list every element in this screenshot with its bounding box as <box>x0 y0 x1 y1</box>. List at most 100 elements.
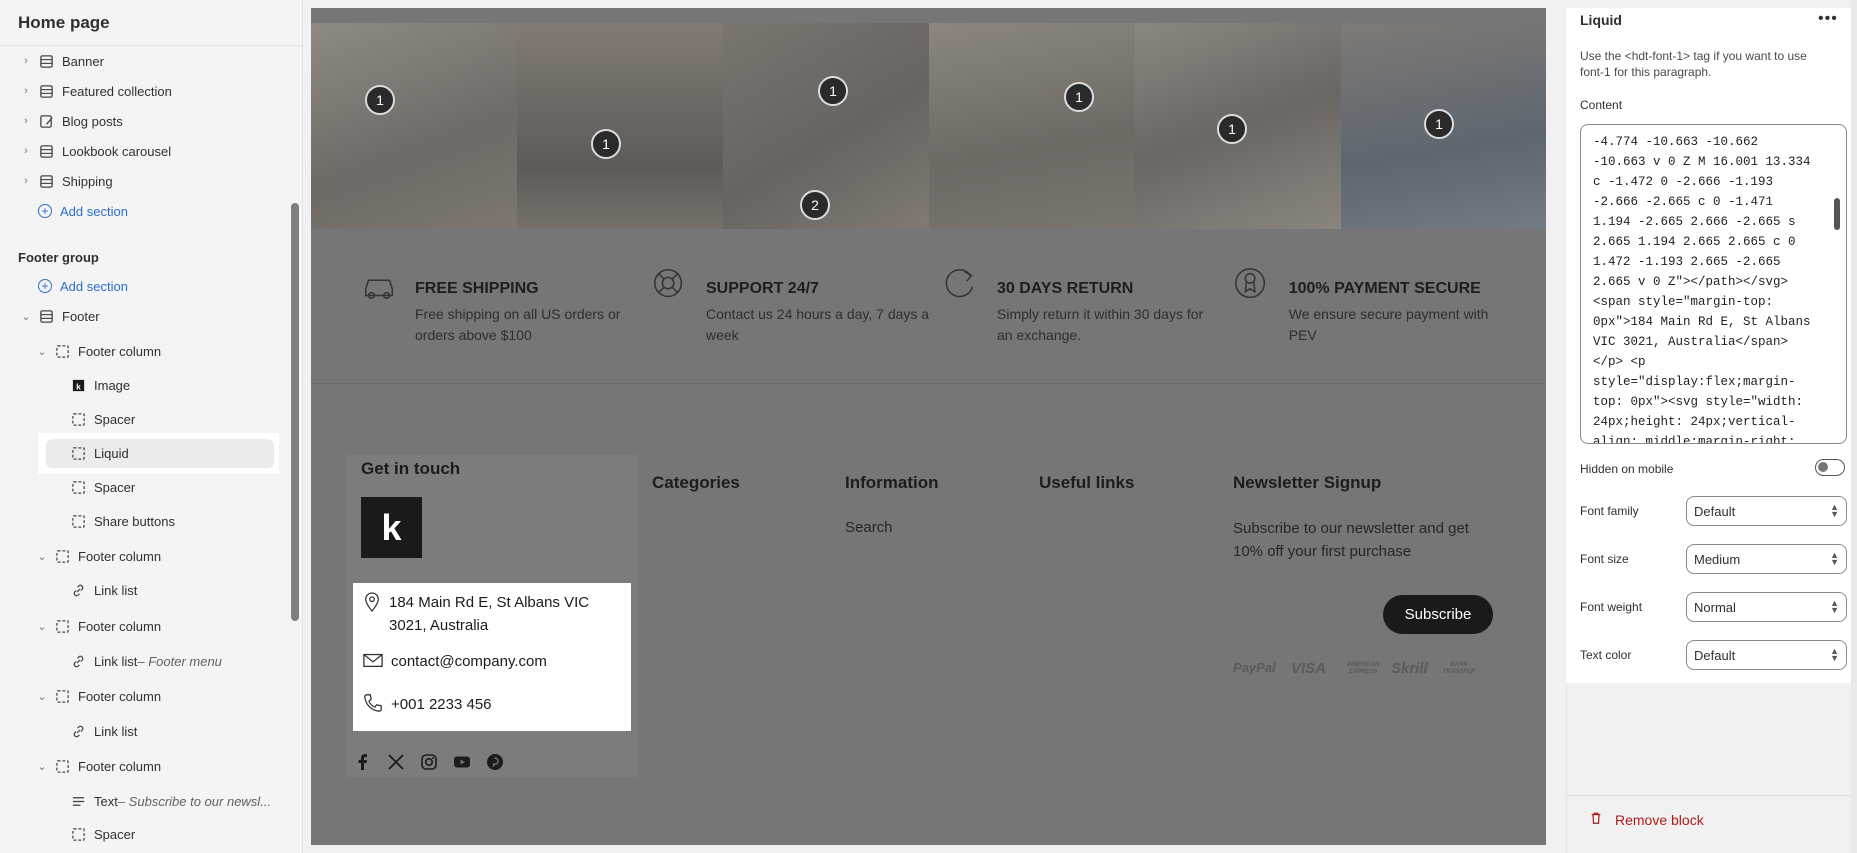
sidebar-item-liquid[interactable]: Liquid <box>66 438 129 468</box>
sidebar-item-link-list[interactable]: Link list <box>66 716 137 746</box>
chevron-down-icon[interactable]: ⌄ <box>34 345 50 358</box>
sidebar-item-image[interactable]: k Image <box>66 370 130 400</box>
map-pin-icon <box>363 591 381 637</box>
chevron-down-icon[interactable]: ⌄ <box>18 310 34 323</box>
remove-block-button[interactable]: Remove block <box>1589 811 1704 828</box>
section-icon <box>38 83 54 99</box>
window-edge <box>1851 0 1857 853</box>
hotspot-marker[interactable]: 1 <box>1217 114 1247 144</box>
chevron-right-icon[interactable]: › <box>18 85 34 97</box>
sidebar-item-lookbook-carousel[interactable]: › Lookbook carousel <box>18 136 171 166</box>
sidebar-item-link-list-footer-menu[interactable]: Link list – Footer menu <box>66 646 222 676</box>
sidebar-item-spacer[interactable]: Spacer <box>66 472 135 502</box>
chevron-right-icon[interactable]: › <box>18 145 34 157</box>
sidebar-item-label: Share buttons <box>94 513 175 529</box>
contact-phone: +001 2233 456 <box>363 693 492 720</box>
block-icon <box>54 618 70 634</box>
subscribe-button[interactable]: Subscribe <box>1383 595 1493 634</box>
chevron-right-icon[interactable]: › <box>18 115 34 127</box>
sidebar-item-spacer[interactable]: Spacer <box>66 819 135 849</box>
hotspot-marker[interactable]: 1 <box>818 76 848 106</box>
car-icon <box>360 266 398 306</box>
sidebar-item-footer[interactable]: ⌄ Footer <box>18 301 99 331</box>
paypal-logo: PayPal <box>1233 660 1276 675</box>
liquid-block-highlight[interactable]: 184 Main Rd E, St Albans VIC 3021, Austr… <box>353 583 631 731</box>
pinterest-icon[interactable] <box>486 753 504 771</box>
image-icon: k <box>70 377 86 393</box>
select-arrows-icon: ▲ ▼ <box>1830 502 1839 519</box>
section-icon <box>38 308 54 324</box>
footer-group-label: Footer group <box>18 250 99 265</box>
select-value: Default <box>1694 647 1736 663</box>
sidebar-item-spacer[interactable]: Spacer <box>66 404 135 434</box>
x-twitter-icon[interactable] <box>387 753 405 771</box>
text-color-select[interactable]: Default ▲ ▼ <box>1686 640 1847 670</box>
sidebar-item-banner[interactable]: › Banner <box>18 46 104 76</box>
sidebar-item-share-buttons[interactable]: Share buttons <box>66 506 175 536</box>
panel-title: Liquid <box>1580 12 1622 28</box>
phone-text[interactable]: +001 2233 456 <box>391 693 492 720</box>
more-options-icon[interactable]: ••• <box>1818 10 1838 28</box>
instagram-icon[interactable] <box>420 753 438 771</box>
chevron-down-icon[interactable]: ⌄ <box>34 550 50 563</box>
sidebar-item-blog-posts[interactable]: › Blog posts <box>18 106 123 136</box>
sidebar-item-sublabel: – Footer menu <box>137 653 222 669</box>
trash-icon <box>1589 811 1603 828</box>
facebook-icon[interactable] <box>354 753 372 771</box>
footer-link-search[interactable]: Search <box>845 519 893 536</box>
envelope-icon <box>363 650 383 677</box>
hotspot-marker[interactable]: 1 <box>365 85 395 115</box>
hidden-mobile-toggle[interactable] <box>1815 459 1845 476</box>
liquid-content-textarea[interactable]: -4.774 -10.663 -10.662 -10.663 v 0 Z M 1… <box>1580 124 1847 444</box>
font-weight-select[interactable]: Normal ▲ ▼ <box>1686 592 1847 622</box>
sidebar-item-footer-column[interactable]: ⌄ Footer column <box>34 681 161 711</box>
block-icon <box>54 688 70 704</box>
font-family-select[interactable]: Default ▲ ▼ <box>1686 496 1847 526</box>
youtube-icon[interactable] <box>453 753 471 771</box>
sidebar-item-footer-column[interactable]: ⌄ Footer column <box>34 751 161 781</box>
hotspot-marker[interactable]: 2 <box>800 190 830 220</box>
email-text[interactable]: contact@company.com <box>391 650 547 677</box>
sidebar-item-label: Spacer <box>94 826 136 842</box>
chevron-down-icon[interactable]: ⌄ <box>34 690 50 703</box>
font-size-label: Font size <box>1580 552 1629 566</box>
block-icon <box>70 479 86 495</box>
feature-desc: We ensure secure payment with PEV <box>1288 306 1489 343</box>
hidden-mobile-label: Hidden on mobile <box>1580 462 1674 476</box>
font-size-select[interactable]: Medium ▲ ▼ <box>1686 544 1847 574</box>
sidebar-item-footer-column[interactable]: ⌄ Footer column <box>34 611 161 641</box>
sidebar-item-label: Footer column <box>78 618 162 634</box>
sidebar-scrollbar[interactable] <box>291 203 299 621</box>
hotspot-marker[interactable]: 1 <box>1064 82 1094 112</box>
block-icon <box>70 513 86 529</box>
select-arrows-icon: ▲ ▼ <box>1830 646 1839 663</box>
chevron-right-icon[interactable]: › <box>18 55 34 67</box>
sidebar-item-shipping[interactable]: › Shipping <box>18 166 113 196</box>
store-logo[interactable]: k <box>361 497 422 558</box>
sidebar-item-footer-column[interactable]: ⌄ Footer column <box>34 541 161 571</box>
hotspot-marker[interactable]: 1 <box>591 129 621 159</box>
chevron-right-icon[interactable]: › <box>18 175 34 187</box>
hotspot-marker[interactable]: 1 <box>1424 109 1454 139</box>
sidebar-item-link-list[interactable]: Link list <box>66 575 137 605</box>
contact-email: contact@company.com <box>363 650 547 677</box>
sidebar-item-label: Shipping <box>62 173 113 189</box>
text-icon <box>70 793 86 809</box>
newsletter-email-input[interactable] <box>1233 595 1383 633</box>
feature-support: SUPPORT 24/7 Contact us 24 hours a day, 7… <box>651 266 931 346</box>
remove-block-label: Remove block <box>1615 811 1704 828</box>
chevron-down-icon[interactable]: ⌄ <box>34 760 50 773</box>
sidebar-item-label: Link list <box>94 582 138 598</box>
sidebar-item-footer-column[interactable]: ⌄ Footer column <box>34 336 161 366</box>
sidebar-item-text[interactable]: Text – Subscribe to our newsl... <box>66 786 271 816</box>
sidebar-item-featured-collection[interactable]: › Featured collection <box>18 76 172 106</box>
add-section-label: Add section <box>60 278 128 294</box>
link-icon <box>70 723 86 739</box>
add-section-button[interactable]: + Add section <box>34 196 128 226</box>
content-label: Content <box>1580 98 1623 112</box>
footer-add-section-button[interactable]: + Add section <box>34 271 128 301</box>
feature-title: 30 DAYS RETURN <box>997 280 1134 297</box>
chevron-down-icon[interactable]: ⌄ <box>34 620 50 633</box>
section-icon <box>38 53 54 69</box>
content-scrollbar[interactable] <box>1834 198 1840 230</box>
